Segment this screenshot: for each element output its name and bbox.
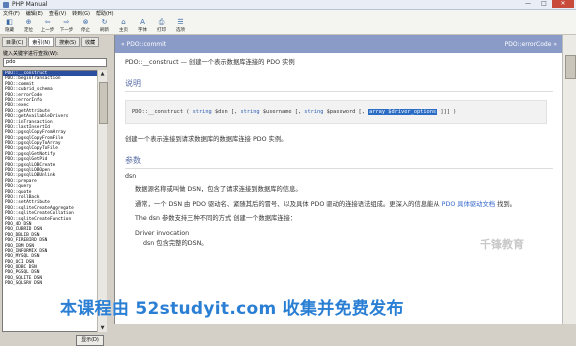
signature-end: ]]] ) [440,109,457,115]
content-scrollbar[interactable] [562,35,576,324]
scroll-up-icon[interactable]: ▲ [98,70,107,78]
toolbar-label: 字体 [138,27,147,33]
app-icon [3,1,9,8]
page-title: PDO::__construct — 创建一个表示数据库连接的 PDO 实例 [125,59,295,66]
param-dsn-text: 数据源名称或叫做 DSN，包含了请求连接到数据库的信息。 [135,186,302,193]
toolbar-label: 隐藏 [5,27,14,33]
method-signature: PDO::__construct ( string $dsn [, string… [125,100,547,124]
param-name: $username [262,109,292,115]
index-scrollbar[interactable]: ▲ ▼ [97,70,108,332]
menu-view[interactable]: 查看(V) [49,10,66,17]
param-type: array [369,109,386,115]
menu-help[interactable]: 帮助(H) [96,10,114,17]
refresh-icon: ↻ [101,17,108,26]
menu-file[interactable]: 文件(F) [3,10,20,17]
description-text: 创建一个表示连接到请求数据库的数据库连接 PDO 实例。 [125,136,288,143]
keyword-label: 键入关键字进行查找(W): [3,51,59,57]
font-icon: A [140,17,145,26]
toolbar: ◧ 隐藏 ⊕ 定位 ⇦ 上一步 ⇨ 下一步 ⊗ 停止 ↻ 刷新 ⌂ 主页 A 字体 ⎙ 打印 ☰ 选… [0,17,576,35]
tab-favorites[interactable]: 收藏 [81,37,100,47]
scroll-down-icon[interactable]: ▼ [98,324,107,332]
hide-icon: ◧ [6,17,13,26]
toolbar-locate-button[interactable]: ⊕ 定位 [19,17,38,34]
param-name: $password [326,109,356,115]
back-icon: ⇦ [44,17,51,26]
next-link[interactable]: PDO::errorCode » [505,41,557,48]
watermark: 本课程由 52studyit.com 收集并免费发布 [60,299,404,319]
param-name: $driver_options [388,109,437,115]
toolbar-label: 选项 [176,27,185,33]
toolbar-label: 上一步 [40,27,55,33]
page-nav: « PDO::commit PDO::errorCode » [115,35,563,53]
toolbar-label: 打印 [157,27,166,33]
param-type: string [192,109,212,115]
dsn-detail-text: 通常，一个 DSN 由 PDO 驱动名、紧随其后的冒号、以及具体 PDO 驱动的… [135,200,440,208]
menu-bar: 文件(F) 编辑(E) 查看(V) 转到(G) 帮助(H) [0,10,576,17]
dsn-detail-end: 找到。 [497,200,516,208]
param-type: string [240,109,260,115]
brand-logo: 千锋教育 [480,238,524,251]
toolbar-home-button[interactable]: ⌂ 主页 [114,17,133,34]
locate-icon: ⊕ [25,17,32,26]
toolbar-label: 下一步 [59,27,74,33]
toolbar-label: 主页 [119,27,128,33]
forward-icon: ⇨ [63,17,70,26]
toolbar-print-button[interactable]: ⎙ 打印 [152,17,171,34]
prev-link[interactable]: « PDO::commit [121,41,166,48]
tab-contents[interactable]: 目录(C) [2,37,28,47]
display-button[interactable]: 显示(D) [76,335,104,346]
toolbar-forward-button[interactable]: ⇨ 下一步 [57,17,76,34]
options-icon: ☰ [177,17,184,26]
method-name: PDO::__construct [132,109,184,115]
home-icon: ⌂ [121,17,126,26]
toolbar-label: 定位 [24,27,33,33]
tab-search[interactable]: 搜索(S) [55,37,81,47]
dsn-support-text: The dsn 参数支持三种不同的方式 创建一个数据库连接： [135,215,297,222]
title-bar: PHP Manual — □ ✕ [0,0,576,10]
scroll-thumb[interactable] [99,82,108,124]
menu-goto[interactable]: 转到(G) [72,10,90,17]
parameters-heading: 参数 [125,156,141,165]
sidebar-tabs: 目录(C) 索引(N) 搜索(S) 收藏 [2,37,110,47]
close-button[interactable]: ✕ [552,0,574,8]
param-dsn-detail: 通常，一个 DSN 由 PDO 驱动名、紧随其后的冒号、以及具体 PDO 驱动的… [125,201,553,210]
maximize-button[interactable]: □ [536,0,552,8]
toolbar-hide-button[interactable]: ◧ 隐藏 [0,17,19,34]
content-pane: « PDO::commit PDO::errorCode » PDO::__co… [114,35,563,324]
toolbar-label: 停止 [81,27,90,33]
pdo-driver-doc-link[interactable]: PDO 具体驱动文档 [442,201,495,208]
toolbar-back-button[interactable]: ⇦ 上一步 [38,17,57,34]
stop-icon: ⊗ [82,17,89,26]
divider [125,168,553,169]
tab-index[interactable]: 索引(N) [28,37,55,47]
menu-edit[interactable]: 编辑(E) [26,10,43,17]
param-dsn-label: dsn [125,173,137,180]
keyword-input[interactable]: pdo [3,58,107,67]
list-item[interactable]: PDO_SQLSRV DSN [3,281,97,286]
window-title: PHP Manual [12,1,48,8]
toolbar-refresh-button[interactable]: ↻ 刷新 [95,17,114,34]
toolbar-options-button[interactable]: ☰ 选项 [171,17,190,34]
param-name: $dsn [214,109,228,115]
scroll-thumb[interactable] [565,55,576,79]
minimize-button[interactable]: — [520,0,536,8]
sidebar: 目录(C) 索引(N) 搜索(S) 收藏 键入关键字进行查找(W): pdo P… [0,35,110,346]
toolbar-stop-button[interactable]: ⊗ 停止 [76,17,95,34]
selected-param: array $driver_options [368,109,438,115]
print-icon: ⎙ [158,17,165,26]
description-heading: 说明 [125,79,141,88]
param-type: string [304,109,324,115]
toolbar-label: 刷新 [100,27,109,33]
divider [125,91,553,92]
toolbar-font-button[interactable]: A 字体 [133,17,152,34]
index-list[interactable]: PDO::__construct PDO::beginTransaction PDO… [2,70,98,332]
